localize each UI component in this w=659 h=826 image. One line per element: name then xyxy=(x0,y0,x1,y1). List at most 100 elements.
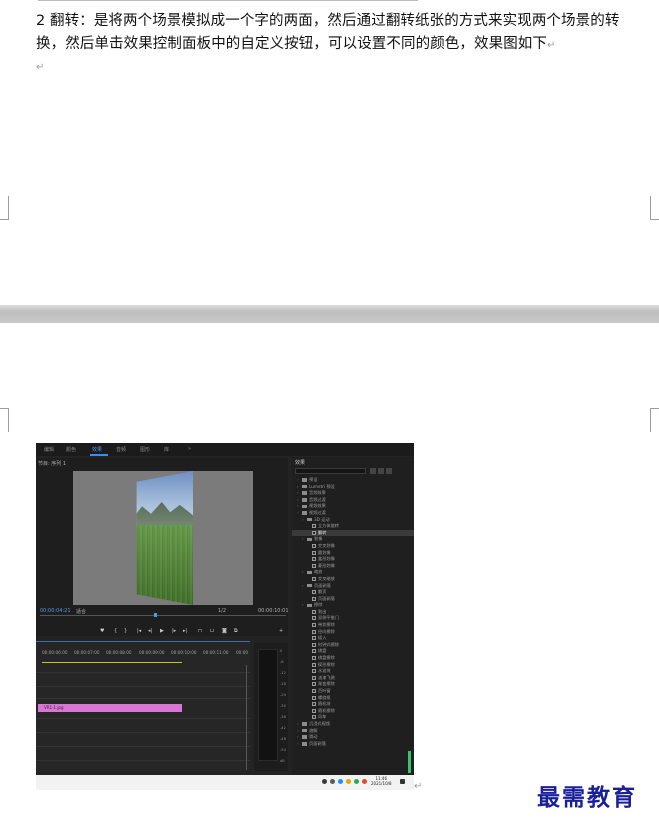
effects-item[interactable]: 双侧平推门 xyxy=(292,615,414,622)
extract-icon[interactable]: ⊔ xyxy=(210,628,214,634)
effects-folder[interactable]: › 缩放 xyxy=(292,569,414,576)
effects-label: 菱形划像 xyxy=(318,562,335,568)
scroll-indicator[interactable] xyxy=(408,751,411,773)
tick-label: 00:00:11:00 xyxy=(203,650,229,655)
effects-label: 带状擦除 xyxy=(318,622,335,628)
effects-item[interactable]: 径向擦除 xyxy=(292,629,414,636)
step-back-icon[interactable]: ◂| xyxy=(148,628,152,634)
effects-item[interactable]: 水波块 xyxy=(292,668,414,675)
effects-item[interactable]: 随机块 xyxy=(292,701,414,708)
go-to-out-icon[interactable]: ▸| xyxy=(183,628,187,634)
effects-folder[interactable]: › 页面剥落 xyxy=(292,583,414,590)
export-frame-icon[interactable]: ◙ xyxy=(222,628,227,634)
menu-audio[interactable]: 音频 xyxy=(116,446,126,453)
effects-folder[interactable]: › 沉浸式视频 xyxy=(292,721,414,728)
document-page-1: 2 翻转：是将两个场景模拟成一个字的两面，然后通过翻转纸张的方式来实现两个场景的… xyxy=(0,0,659,305)
play-icon[interactable]: ▶ xyxy=(160,628,164,634)
current-timecode[interactable]: 00:00:04:21 xyxy=(40,608,71,614)
effect-icon xyxy=(312,675,316,680)
effects-item[interactable]: 菱形划像 xyxy=(292,563,414,570)
effect-icon xyxy=(312,682,316,687)
yuv-effects-icon[interactable] xyxy=(386,468,392,474)
track-divider xyxy=(36,718,250,719)
effects-item[interactable]: 交叉划像 xyxy=(292,543,414,550)
32bit-effects-icon[interactable] xyxy=(378,468,384,474)
effects-folder[interactable]: › 音频效果 xyxy=(292,490,414,497)
db-label: -30 xyxy=(280,704,286,708)
notification-icon[interactable] xyxy=(400,779,405,784)
accelerated-effects-icon[interactable] xyxy=(370,468,376,474)
tray-app-icon[interactable] xyxy=(346,779,351,784)
step-forward-icon[interactable]: |▸ xyxy=(172,628,176,634)
more-icon[interactable]: » xyxy=(188,446,191,452)
effects-item[interactable]: 时钟式擦除 xyxy=(292,642,414,649)
fit-dropdown[interactable]: 适合 xyxy=(76,608,86,615)
effects-panel-title[interactable]: 效果 xyxy=(295,459,305,466)
tray-app-icon[interactable] xyxy=(338,779,343,784)
effects-folder[interactable]: › 预设 xyxy=(292,477,414,484)
effects-item[interactable]: 百叶窗 xyxy=(292,688,414,695)
tray-clock[interactable]: 11:46 2021/10/8 xyxy=(371,776,392,786)
mark-in-icon[interactable]: { xyxy=(114,628,117,634)
effects-item[interactable]: 楔形擦除 xyxy=(292,662,414,669)
effects-folder[interactable]: › 3D 运动 xyxy=(292,517,414,524)
timeline-scrollbar[interactable] xyxy=(246,665,249,770)
effects-folder[interactable]: › 页面剥落 xyxy=(292,741,414,748)
work-area-bar[interactable] xyxy=(42,662,182,663)
marker-icon[interactable]: ♥ xyxy=(100,628,104,634)
effects-item[interactable]: 棋盘 xyxy=(292,648,414,655)
margin-corner-mark xyxy=(0,196,9,220)
effects-folder[interactable]: › 视频效果 xyxy=(292,503,414,510)
effects-item[interactable]: 螺旋框 xyxy=(292,695,414,702)
menu-color[interactable]: 颜色 xyxy=(66,446,76,453)
monitor-tab[interactable]: 节目: 序列 1 xyxy=(38,460,66,467)
flip-transition-frame xyxy=(136,471,193,605)
effects-item[interactable]: 油漆飞溅 xyxy=(292,675,414,682)
tray-network-icon[interactable] xyxy=(330,779,335,784)
effects-item[interactable]: 盒形划像 xyxy=(292,556,414,563)
effects-item[interactable]: 风车 xyxy=(292,714,414,721)
effects-item[interactable]: 页面剥落 xyxy=(292,596,414,603)
tray-chevron-icon[interactable] xyxy=(322,779,327,784)
effects-folder[interactable]: › 划像 xyxy=(292,536,414,543)
effects-search-input[interactable] xyxy=(295,468,366,474)
add-button-icon[interactable]: + xyxy=(279,628,283,634)
effects-item[interactable]: 插入 xyxy=(292,635,414,642)
effects-item[interactable]: 带状擦除 xyxy=(292,622,414,629)
effects-item[interactable]: 棋盘擦除 xyxy=(292,655,414,662)
effects-folder[interactable]: › 视频过渡 xyxy=(292,510,414,517)
effects-folder[interactable]: › 擦除 xyxy=(292,602,414,609)
menu-effects[interactable]: 效果 xyxy=(92,446,102,453)
lift-icon[interactable]: ⊓ xyxy=(198,628,202,634)
monitor-playhead[interactable] xyxy=(154,613,157,617)
effects-folder[interactable]: › 滑动 xyxy=(292,734,414,741)
resolution-dropdown[interactable]: 1/2 xyxy=(218,608,226,614)
video-clip[interactable]: VR1-1.jpg xyxy=(38,704,182,712)
folder-icon xyxy=(302,728,307,733)
effects-item[interactable]: 圆划像 xyxy=(292,550,414,557)
compare-icon[interactable]: ⧉ xyxy=(234,628,238,634)
folder-icon xyxy=(307,583,312,588)
effects-label: 页面剥落 xyxy=(309,740,326,746)
tray-app-icon[interactable] xyxy=(362,779,367,784)
mark-out-icon[interactable]: } xyxy=(124,628,127,634)
effect-icon xyxy=(312,557,316,562)
effects-item[interactable]: 渐变擦除 xyxy=(292,681,414,688)
menu-library[interactable]: 库 xyxy=(164,446,169,453)
go-to-in-icon[interactable]: |◂ xyxy=(137,628,141,634)
effects-item[interactable]: 交叉缩放 xyxy=(292,576,414,583)
folder-icon xyxy=(302,511,307,515)
effects-item[interactable]: 划出 xyxy=(292,609,414,616)
monitor-time-ruler[interactable] xyxy=(40,615,286,616)
effects-item[interactable]: 翻转 xyxy=(292,529,414,537)
folder-icon xyxy=(302,491,307,495)
effects-item[interactable]: 随机擦除 xyxy=(292,708,414,715)
menu-graphics[interactable]: 图形 xyxy=(140,446,150,453)
menu-edit[interactable]: 编辑 xyxy=(44,446,54,453)
effects-label: 棋盘擦除 xyxy=(318,655,335,661)
tray-app-icon[interactable] xyxy=(354,779,359,784)
db-label: -18 xyxy=(280,682,286,686)
effects-item[interactable]: 立方体旋转 xyxy=(292,523,414,530)
effects-item[interactable]: 翻页 xyxy=(292,589,414,596)
timeline-ruler[interactable]: 00:00:06:00 00:00:07:00 00:00:08:00 00:0… xyxy=(36,650,250,660)
